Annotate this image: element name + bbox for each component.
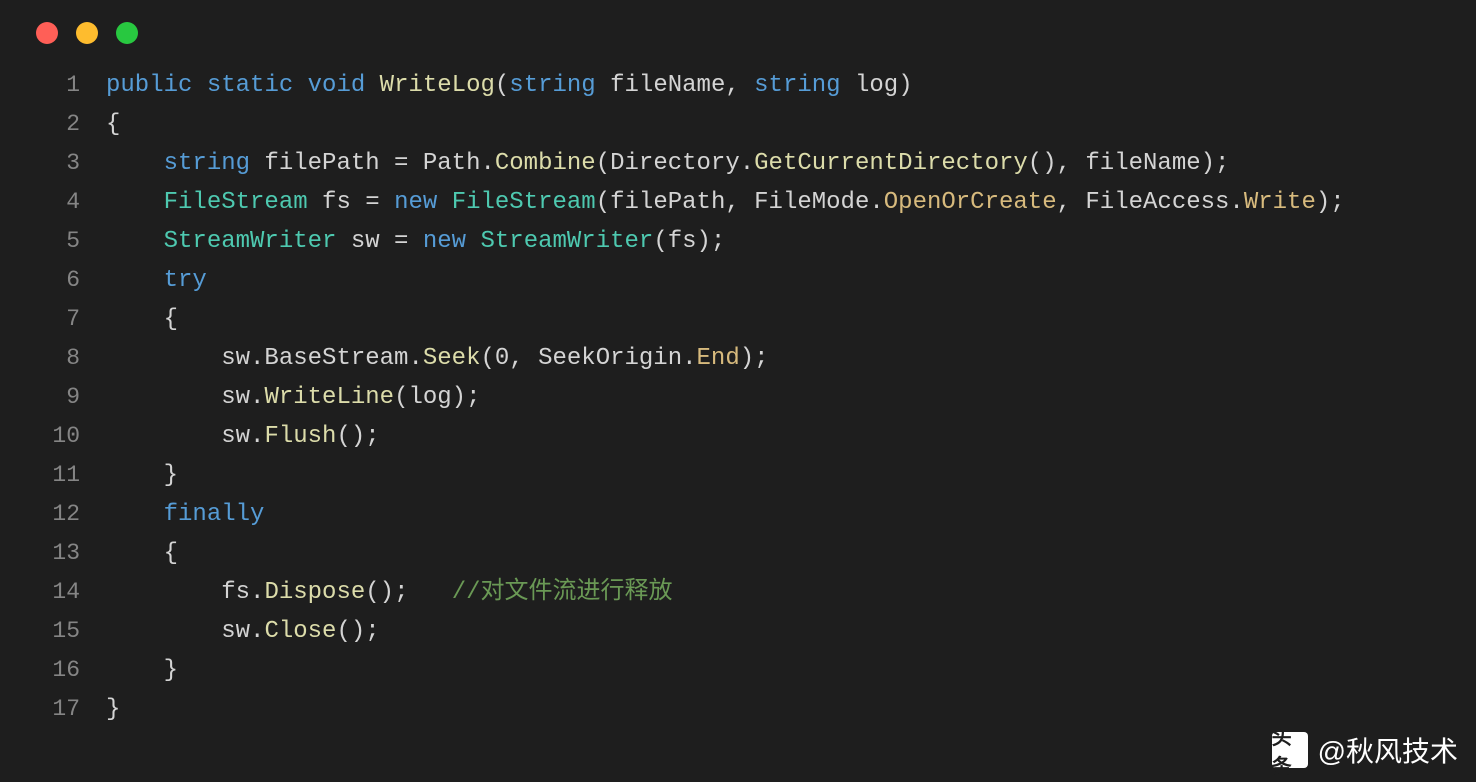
code-line: 11 } [36,456,1476,495]
line-number: 17 [36,690,80,728]
code-content: } [106,652,178,690]
line-number: 4 [36,183,80,221]
line-number: 7 [36,300,80,338]
line-number: 12 [36,495,80,533]
maximize-icon[interactable] [116,22,138,44]
code-line: 13 { [36,534,1476,573]
code-content: } [106,457,178,495]
code-content: try [106,262,207,300]
code-content: FileStream fs = new FileStream(filePath,… [106,184,1345,222]
code-content: sw.WriteLine(log); [106,379,480,417]
line-number: 8 [36,339,80,377]
line-number: 9 [36,378,80,416]
code-line: 10 sw.Flush(); [36,417,1476,456]
code-content: { [106,535,178,573]
line-number: 16 [36,651,80,689]
line-number: 10 [36,417,80,455]
line-number: 2 [36,105,80,143]
code-content: { [106,301,178,339]
code-content: finally [106,496,264,534]
line-number: 6 [36,261,80,299]
watermark-text: @秋风技术 [1318,730,1458,770]
code-content: sw.Flush(); [106,418,380,456]
code-content: string filePath = Path.Combine(Directory… [106,145,1229,183]
code-content: fs.Dispose(); //对文件流进行释放 [106,574,673,612]
code-content: sw.BaseStream.Seek(0, SeekOrigin.End); [106,340,769,378]
window-controls [0,0,1476,44]
code-line: 3 string filePath = Path.Combine(Directo… [36,144,1476,183]
line-number: 14 [36,573,80,611]
code-line: 8 sw.BaseStream.Seek(0, SeekOrigin.End); [36,339,1476,378]
minimize-icon[interactable] [76,22,98,44]
code-line: 5 StreamWriter sw = new StreamWriter(fs)… [36,222,1476,261]
code-content: sw.Close(); [106,613,380,651]
line-number: 13 [36,534,80,572]
close-icon[interactable] [36,22,58,44]
line-number: 15 [36,612,80,650]
code-line: 6 try [36,261,1476,300]
line-number: 3 [36,144,80,182]
code-line: 17 } [36,690,1476,729]
code-line: 15 sw.Close(); [36,612,1476,651]
code-content: public static void WriteLog(string fileN… [106,67,913,105]
line-number: 5 [36,222,80,260]
code-line: 16 } [36,651,1476,690]
watermark-icon: 头条 [1272,732,1308,768]
code-line: 2 { [36,105,1476,144]
code-content: { [106,106,120,144]
code-line: 9 sw.WriteLine(log); [36,378,1476,417]
code-line: 7 { [36,300,1476,339]
code-line: 1 public static void WriteLog(string fil… [36,66,1476,105]
code-editor: 1 public static void WriteLog(string fil… [0,44,1476,729]
code-line: 12 finally [36,495,1476,534]
line-number: 1 [36,66,80,104]
watermark: 头条 @秋风技术 [1272,730,1458,770]
code-content: StreamWriter sw = new StreamWriter(fs); [106,223,725,261]
line-number: 11 [36,456,80,494]
code-line: 14 fs.Dispose(); //对文件流进行释放 [36,573,1476,612]
code-line: 4 FileStream fs = new FileStream(filePat… [36,183,1476,222]
code-content: } [106,691,120,729]
